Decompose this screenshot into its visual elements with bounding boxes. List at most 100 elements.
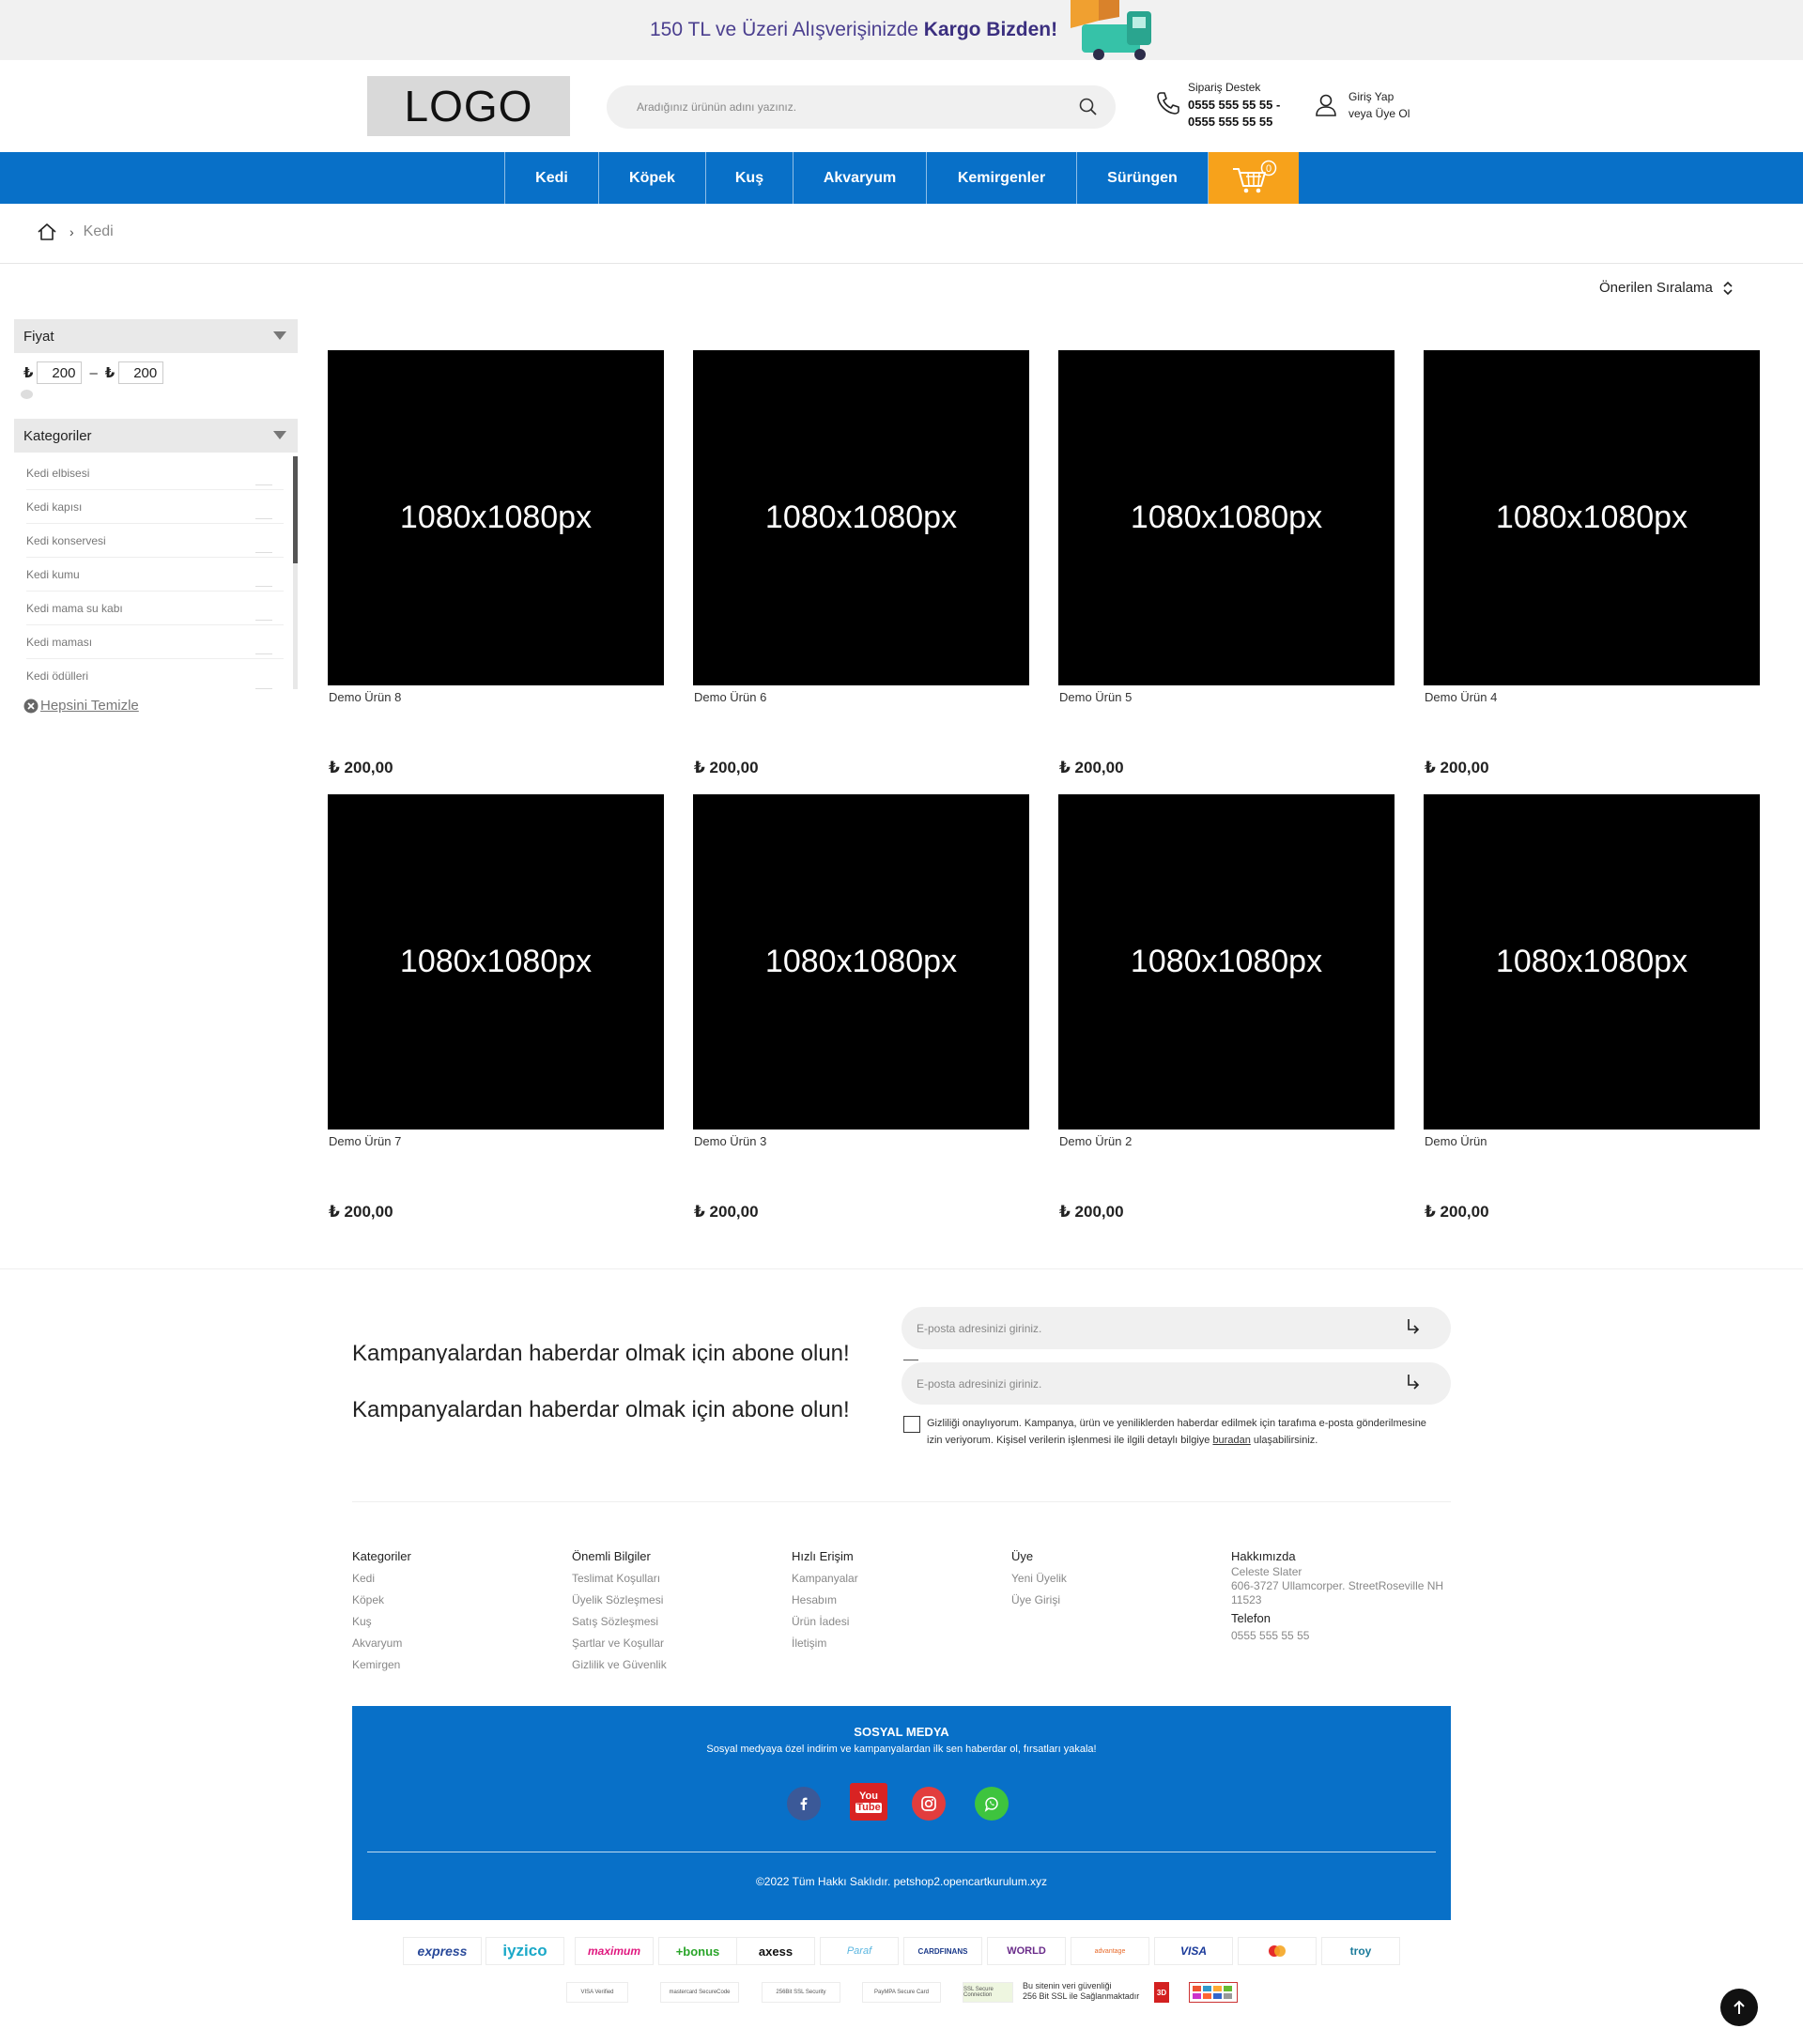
footer-link[interactable]: Yeni Üyelik [1011, 1568, 1237, 1590]
product-name[interactable]: Demo Ürün 3 [694, 1134, 766, 1148]
account-link[interactable]: Giriş Yap veya Üye Ol [1313, 88, 1435, 126]
site-logo[interactable]: LOGO [367, 76, 570, 136]
footer-link[interactable]: Teslimat Koşulları [572, 1568, 797, 1590]
footer-link[interactable]: Üye Girişi [1011, 1590, 1237, 1611]
category-item[interactable]: Kedi kapısı [26, 490, 284, 524]
product-image[interactable]: 1080x1080px [1424, 794, 1760, 1130]
category-item[interactable]: Kedi konservesi [26, 524, 284, 558]
category-filter-header[interactable]: Kategoriler [14, 419, 298, 453]
back-to-top-button[interactable] [1720, 1989, 1758, 2026]
product-card[interactable]: 1080x1080px Demo Ürün 6 ₺ 200,00 [693, 350, 1029, 782]
ssl-note: Bu sitenin veri güvenliği 256 Bit SSL ile… [1023, 1981, 1140, 2001]
product-image[interactable]: 1080x1080px [1424, 350, 1760, 685]
support-phone-1[interactable]: 0555 555 55 55 - [1188, 98, 1280, 112]
clear-filters-label: Hepsini Temizle [40, 698, 139, 714]
newsletter-email-input[interactable] [917, 1374, 1367, 1394]
product-image[interactable]: 1080x1080px [328, 794, 664, 1130]
divider [352, 1501, 1451, 1502]
price-filter-header[interactable]: Fiyat [14, 319, 298, 353]
footer-link[interactable]: Kuş [352, 1611, 578, 1633]
footer-link[interactable]: Üyelik Sözleşmesi [572, 1590, 797, 1611]
nav-item-kopek[interactable]: Köpek [598, 152, 705, 204]
nav-item-kus[interactable]: Kuş [705, 152, 793, 204]
breadcrumb-current[interactable]: Kedi [84, 223, 114, 240]
footer-col-title: Önemli Bilgiler [572, 1549, 651, 1563]
youtube-icon[interactable]: You Tube [850, 1783, 887, 1821]
category-item[interactable]: Kedi ödülleri [26, 659, 284, 693]
category-item[interactable]: Kedi elbisesi [26, 456, 284, 490]
consent-link[interactable]: buradan [1212, 1435, 1250, 1446]
product-card[interactable]: 1080x1080px Demo Ürün 2 ₺ 200,00 [1058, 794, 1395, 1226]
product-card[interactable]: 1080x1080px Demo Ürün 3 ₺ 200,00 [693, 794, 1029, 1226]
payment-logo-paraf: Paraf [820, 1937, 899, 1965]
category-item[interactable]: Kedi mama su kabı [26, 592, 284, 625]
footer-link[interactable]: Ürün İadesi [792, 1611, 1017, 1633]
product-card[interactable]: 1080x1080px Demo Ürün 8 ₺ 200,00 [328, 350, 664, 782]
facebook-icon[interactable] [787, 1787, 821, 1821]
footer-link[interactable]: Köpek [352, 1590, 578, 1611]
footer-link[interactable]: Hesabım [792, 1590, 1017, 1611]
social-icons: You Tube [787, 1783, 1022, 1822]
category-item[interactable]: Kedi maması [26, 625, 284, 659]
product-name[interactable]: Demo Ürün 2 [1059, 1134, 1132, 1148]
product-name[interactable]: Demo Ürün 4 [1425, 690, 1497, 704]
nav-item-kemirgenler[interactable]: Kemirgenler [926, 152, 1076, 204]
product-card[interactable]: 1080x1080px Demo Ürün 7 ₺ 200,00 [328, 794, 664, 1226]
search-bar [607, 85, 1116, 129]
footer-link[interactable]: Kedi [352, 1568, 578, 1590]
newsletter-email-field [902, 1307, 1451, 1349]
product-image[interactable]: 1080x1080px [693, 794, 1029, 1130]
product-name[interactable]: Demo Ürün 6 [694, 690, 766, 704]
submit-arrow-icon[interactable] [1404, 1316, 1423, 1337]
price-max-input[interactable] [118, 361, 164, 384]
register-link[interactable]: veya Üye Ol [1348, 107, 1410, 120]
whatsapp-icon[interactable] [975, 1787, 1009, 1821]
footer-link[interactable]: Şartlar ve Koşullar [572, 1633, 797, 1654]
sort-select[interactable]: Önerilen Sıralama [1599, 280, 1734, 296]
clear-filters-link[interactable]: Hepsini Temizle [23, 698, 139, 714]
cart-button[interactable]: 0 [1209, 152, 1299, 204]
product-name[interactable]: Demo Ürün [1425, 1134, 1487, 1148]
newsletter-title: Kampanyalardan haberdar olmak için abone… [352, 1341, 850, 1363]
support-phone-2[interactable]: 0555 555 55 55 [1188, 115, 1272, 129]
footer-link[interactable]: Satış Sözleşmesi [572, 1611, 797, 1633]
category-item[interactable]: Kedi kumu [26, 558, 284, 592]
product-card[interactable]: 1080x1080px Demo Ürün 5 ₺ 200,00 [1058, 350, 1395, 782]
product-card[interactable]: 1080x1080px Demo Ürün 4 ₺ 200,00 [1424, 350, 1760, 782]
product-image[interactable]: 1080x1080px [1058, 794, 1395, 1130]
product-image[interactable]: 1080x1080px [1058, 350, 1395, 685]
footer-link[interactable]: Kampanyalar [792, 1568, 1017, 1590]
product-image[interactable]: 1080x1080px [328, 350, 664, 685]
scrollbar-thumb[interactable] [293, 456, 298, 563]
footer-link[interactable]: İletişim [792, 1633, 1017, 1654]
footer-link[interactable]: Akvaryum [352, 1633, 578, 1654]
product-name[interactable]: Demo Ürün 5 [1059, 690, 1132, 704]
nav-item-surungen[interactable]: Sürüngen [1076, 152, 1209, 204]
submit-arrow-icon[interactable] [1404, 1372, 1423, 1392]
home-icon[interactable] [36, 222, 58, 242]
footer-link[interactable]: Gizlilik ve Güvenlik [572, 1654, 797, 1676]
social-media-section: SOSYAL MEDYA Sosyal medyaya özel indirim… [352, 1706, 1451, 1920]
newsletter-email-input[interactable] [917, 1318, 1367, 1339]
price-slider-handle[interactable] [21, 390, 33, 399]
product-price: ₺ 200,00 [694, 1203, 759, 1221]
product-card[interactable]: 1080x1080px Demo Ürün ₺ 200,00 [1424, 794, 1760, 1226]
social-subtitle: Sosyal medyaya özel indirim ve kampanyal… [706, 1744, 1097, 1755]
nav-item-kedi[interactable]: Kedi [504, 152, 598, 204]
footer-col-title: Kategoriler [352, 1549, 411, 1563]
consent-checkbox[interactable] [903, 1416, 920, 1433]
search-input[interactable] [637, 97, 1050, 117]
footer-link[interactable]: Kemirgen [352, 1654, 578, 1676]
product-name[interactable]: Demo Ürün 8 [329, 690, 401, 704]
price-min-input[interactable] [37, 361, 83, 384]
about-phone[interactable]: 0555 555 55 55 [1231, 1629, 1456, 1643]
consent-text: Gizliliği onaylıyorum. Kampanya, ürün ve… [927, 1418, 1426, 1446]
category-filter-title: Kategoriler [23, 428, 92, 444]
category-scrollbar[interactable] [293, 456, 298, 689]
product-image[interactable]: 1080x1080px [693, 350, 1029, 685]
instagram-icon[interactable] [912, 1787, 946, 1821]
nav-item-akvaryum[interactable]: Akvaryum [793, 152, 926, 204]
search-icon[interactable] [1078, 97, 1099, 117]
product-name[interactable]: Demo Ürün 7 [329, 1134, 401, 1148]
login-link[interactable]: Giriş Yap [1348, 90, 1394, 103]
